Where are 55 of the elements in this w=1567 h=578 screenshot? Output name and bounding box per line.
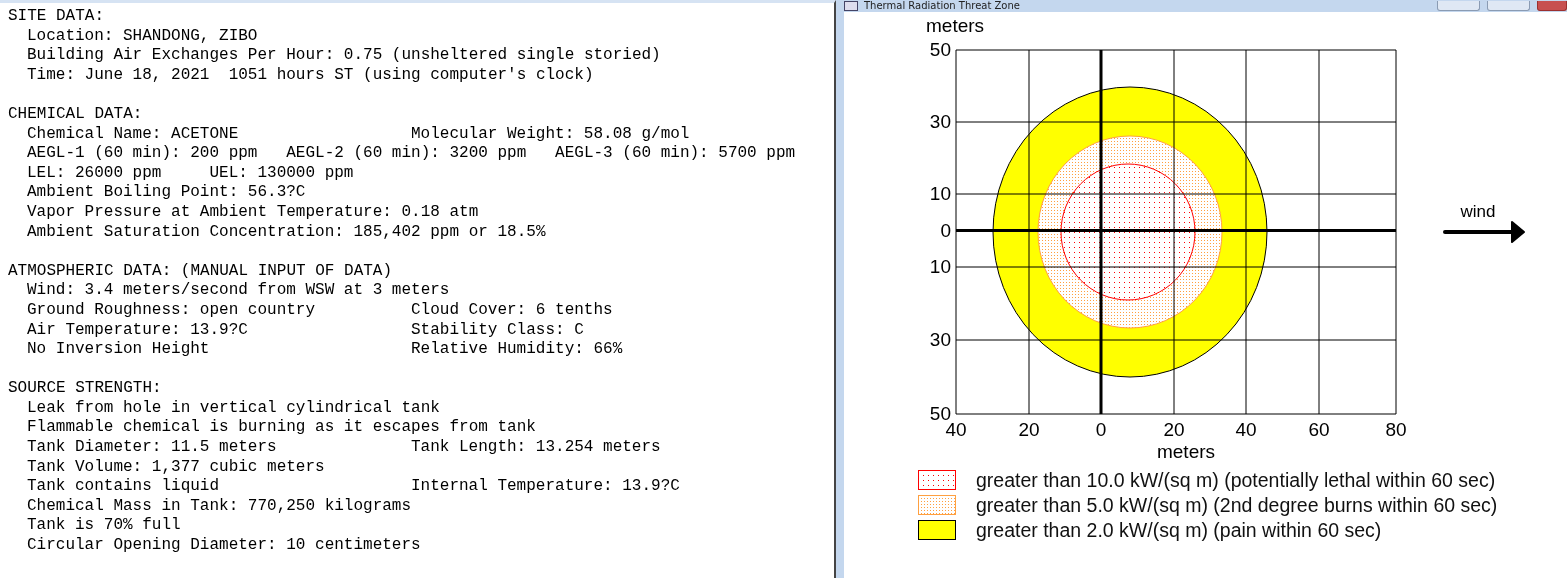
tick-label: 60 [1308,419,1330,440]
report-line: AEGL-1 (60 min): 200 ppm AEGL-2 (60 min): 3200 ppm AEGL-3 (60 min): 5700 ppm [27,144,796,164]
window-title: Thermal Radiation Threat Zone [864,0,1020,12]
report-line: Vapor Pressure at Ambient Temperature: 0.18 atm [27,202,479,223]
tick-label: 0 [1095,419,1107,440]
section-heading: SOURCE STRENGTH: [8,379,163,399]
report-line: Tank Volume: 1,377 cubic meters [27,457,325,478]
wind-label: wind [1460,202,1496,221]
report-line: Location: SHANDONG, ZIBO [27,26,258,47]
report-line: Air Temperature: 13.9?C [27,320,249,341]
report-line: Time: June 18, 2021 1051 hours ST (using computer's clock) [27,65,594,86]
section-heading: CHEMICAL DATA: [8,104,144,125]
report-line: Ambient Boiling Point: 56.3?C [27,183,306,203]
legend-label: greater than 5.0 kW/(sq m) (2nd degree burns within 60 sec) [976,495,1498,515]
report-line: Tank contains liquid [27,477,221,497]
report-line: Wind: 3.4 meters/second from WSW at 3 meters [27,281,450,301]
report-line: Circular Opening Diameter: 10 centimeters [27,536,421,556]
report-line: Building Air Exchanges Per Hour: 0.75 (unsheltered single storied) [27,46,661,66]
axis-title: meters [926,15,985,36]
report-line: Flammable chemical is burning as it escapes from tank [27,418,536,439]
section-heading: SITE DATA: [8,7,105,27]
close-button[interactable] [1537,1,1567,11]
report-line: Chemical Mass in Tank: 770,250 kilograms [27,496,412,517]
report-line: Ground Roughness: open country [27,300,317,321]
tick-label: 50 [929,39,951,60]
report-line: Molecular Weight: 58.08 g/mol [411,124,690,145]
report-line: Tank Diameter: 11.5 meters [27,438,278,458]
minimize-button[interactable] [1437,1,1480,11]
report-line: LEL: 26000 ppm UEL: 130000 ppm [27,163,354,184]
report-line: No Inversion Height [27,340,211,360]
app-icon [844,1,858,11]
report-line: Stability Class: C [411,320,584,341]
axis-title: meters [1156,441,1216,462]
report-line: Ambient Saturation Concentration: 185,402 ppm or 18.5% [27,222,546,243]
report-line: Leak from hole in vertical cylindrical tank [27,398,440,419]
arrow-icon [1443,221,1525,243]
report-line: Relative Humidity: 66% [411,340,623,360]
section-heading: ATMOSPHERIC DATA: (MANUAL INPUT OF DATA) [8,261,394,282]
tick-label: 20 [1018,419,1040,440]
tick-label: 80 [1385,419,1407,440]
tick-label: 40 [1235,419,1257,440]
report-line: Chemical Name: ACETONE [27,124,240,145]
legend-label: greater than 10.0 kW/(sq m) (potentially lethal within 60 sec) [976,470,1496,490]
report-line: Tank Length: 13.254 meters [411,438,661,458]
report-line: Internal Temperature: 13.9?C [411,477,680,497]
tick-label: 0 [940,219,951,241]
tick-label: 10 [929,256,951,277]
tick-label: 30 [929,329,951,350]
maximize-button[interactable] [1487,1,1530,11]
report-line: Cloud Cover: 6 tenths [411,300,613,321]
legend-label: greater than 2.0 kW/(sq m) (pain within 60 sec) [976,520,1382,540]
tick-label: 30 [929,111,951,132]
report-line: Tank is 70% full [27,516,181,537]
tick-label: 20 [1163,419,1185,440]
tick-label: 10 [929,183,951,204]
